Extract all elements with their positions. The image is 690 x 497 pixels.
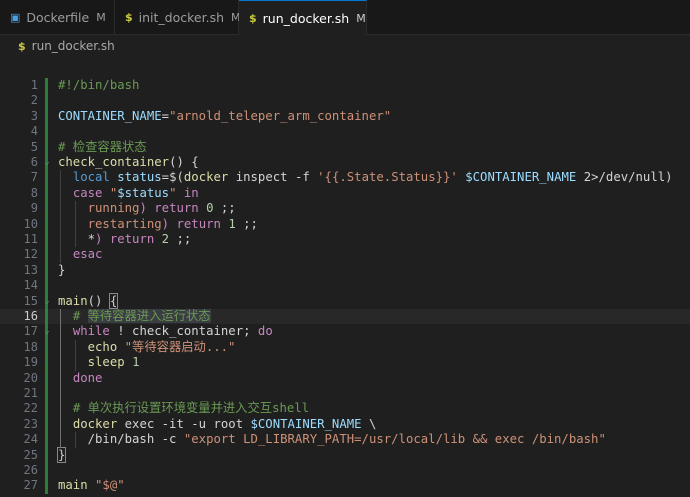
code-line[interactable]: 10 restarting) return 1 ;; [0, 217, 690, 232]
line-number: 3 [30, 108, 38, 123]
code-line[interactable]: 8 case "$status" in [0, 186, 690, 201]
code-line[interactable]: 3 CONTAINER_NAME="arnold_teleper_arm_cont… [0, 109, 690, 124]
modified-badge: M [96, 11, 106, 24]
code-text: sleep 1 [87, 355, 140, 370]
line-number: 10 [23, 216, 38, 231]
line-number: 19 [23, 355, 38, 370]
indent-guide [60, 170, 61, 263]
tab-run-docker-sh[interactable]: $ run_docker.sh M [239, 0, 367, 35]
line-number: 18 [23, 339, 38, 354]
line-number: 25 [23, 447, 38, 462]
code-line[interactable]: 25} [0, 446, 690, 463]
tab-bar: ▣ Dockerfile M $ init_docker.sh M $ run_docker.… [0, 0, 690, 35]
code-line[interactable]: 23 docker exec -it -u root $CONTAINER_NA… [0, 417, 690, 432]
indent-guide [60, 309, 61, 448]
line-number: 16 [23, 309, 38, 323]
code-line[interactable]: 7 local status=$(docker inspect -f '{{.S… [0, 170, 690, 185]
code-line[interactable]: 1 #!/bin/bash [0, 78, 690, 93]
breadcrumb-file[interactable]: run_docker.sh [32, 39, 115, 53]
line-number: 2 [30, 93, 38, 108]
code-line[interactable]: 11 *) return 2 ;; [0, 232, 690, 247]
shell-icon: $ [18, 39, 26, 53]
line-number: 5 [30, 139, 38, 154]
code-line[interactable]: 5 # 检查容器状态 [0, 140, 690, 155]
tab-label: init_docker.sh [138, 10, 225, 25]
code-line[interactable]: 4 [0, 124, 690, 139]
shell-icon: $ [249, 11, 257, 25]
line-number: 14 [23, 278, 38, 293]
code-editor[interactable]: 1 #!/bin/bash 2 3 CONTAINER_NAME="arnold_tel… [0, 70, 690, 497]
code-line[interactable]: 17⌄ while ! check_container; do [0, 324, 690, 339]
line-number: 9 [30, 201, 38, 216]
tab-init-docker-sh[interactable]: $ init_docker.sh M [115, 0, 241, 35]
code-line[interactable]: 27 main "$@" [0, 478, 690, 493]
line-number: 20 [23, 370, 38, 385]
code-line[interactable]: 18 echo "等待容器启动..." [0, 340, 690, 355]
code-line[interactable]: 16 # 等待容器进入运行状态 [0, 309, 690, 325]
line-number: 15 [23, 293, 38, 308]
code-line[interactable]: 19 sleep 1 [0, 355, 690, 370]
line-number: 13 [23, 262, 38, 277]
code-line[interactable]: 26 [0, 463, 690, 478]
code-text: esac [72, 247, 103, 262]
code-line[interactable]: 20 done [0, 371, 690, 386]
line-number: 17 [23, 324, 38, 339]
code-line[interactable]: 9 running) return 0 ;; [0, 201, 690, 216]
line-number: 1 [30, 78, 38, 92]
tab-label: Dockerfile [26, 10, 90, 25]
indent-guide [74, 201, 76, 248]
code-text: # 单次执行设置环境变量并进入交互shell [72, 401, 310, 416]
code-line[interactable]: 13} [0, 263, 690, 278]
code-text: while ! check_container; do [72, 324, 273, 339]
line-number: 23 [23, 416, 38, 431]
code-text: check_container() { [58, 155, 199, 169]
code-line[interactable]: 14 [0, 278, 690, 293]
modified-badge: M [356, 11, 366, 25]
code-text: # 等待容器进入运行状态 [72, 309, 211, 323]
code-text: done [72, 370, 103, 385]
code-text: } [58, 262, 66, 277]
code-line[interactable]: 2 [0, 93, 690, 108]
docker-icon: ▣ [10, 11, 21, 24]
line-number: 27 [23, 478, 38, 493]
indent-guide [74, 339, 76, 371]
line-number: 11 [23, 232, 38, 246]
code-text: main() { [58, 292, 119, 309]
code-text: #!/bin/bash [58, 78, 140, 92]
code-line[interactable]: 15⌄main() { [0, 292, 690, 309]
code-line[interactable]: 6⌄check_container() { [0, 155, 690, 170]
code-line[interactable]: 12 esac [0, 247, 690, 262]
line-number: 6 [30, 155, 38, 169]
breadcrumb[interactable]: $ run_docker.sh [0, 35, 690, 57]
code-text: case "$status" in [72, 185, 199, 200]
indent-guide [74, 432, 76, 448]
line-number: 24 [23, 432, 38, 447]
code-line[interactable]: 21 [0, 386, 690, 401]
line-number: 21 [23, 386, 38, 400]
code-text: docker exec -it -u root $CONTAINER_NAME … [72, 416, 377, 431]
line-number: 12 [23, 247, 38, 262]
code-text: # 检查容器状态 [58, 139, 147, 154]
code-line[interactable]: 24 /bin/bash -c "export LD_LIBRARY_PATH=… [0, 432, 690, 447]
shell-icon: $ [125, 11, 133, 24]
line-number: 7 [30, 170, 38, 185]
tab-dockerfile[interactable]: ▣ Dockerfile M [0, 0, 115, 35]
line-number: 4 [30, 124, 38, 139]
line-number: 26 [23, 463, 38, 477]
line-number: 22 [23, 401, 38, 416]
tab-label: run_docker.sh [262, 10, 350, 26]
line-number: 8 [30, 185, 38, 200]
code-text: echo "等待容器启动..." [87, 339, 236, 354]
code-text: /bin/bash -c "export LD_LIBRARY_PATH=/us… [58, 432, 606, 447]
git-change-marker[interactable] [45, 78, 48, 494]
code-text: main "$@" [58, 478, 125, 493]
code-text: local status=$(docker inspect -f '{{.Sta… [72, 170, 673, 185]
code-text: *) return 2 ;; [58, 232, 192, 246]
code-text: running) return 0 ;; [87, 201, 236, 216]
code-text: } [56, 446, 67, 463]
code-line[interactable]: 22 # 单次执行设置环境变量并进入交互shell [0, 401, 690, 416]
code-text: CONTAINER_NAME="arnold_teleper_arm_conta… [58, 108, 392, 123]
code-text: restarting) return 1 ;; [87, 216, 258, 231]
